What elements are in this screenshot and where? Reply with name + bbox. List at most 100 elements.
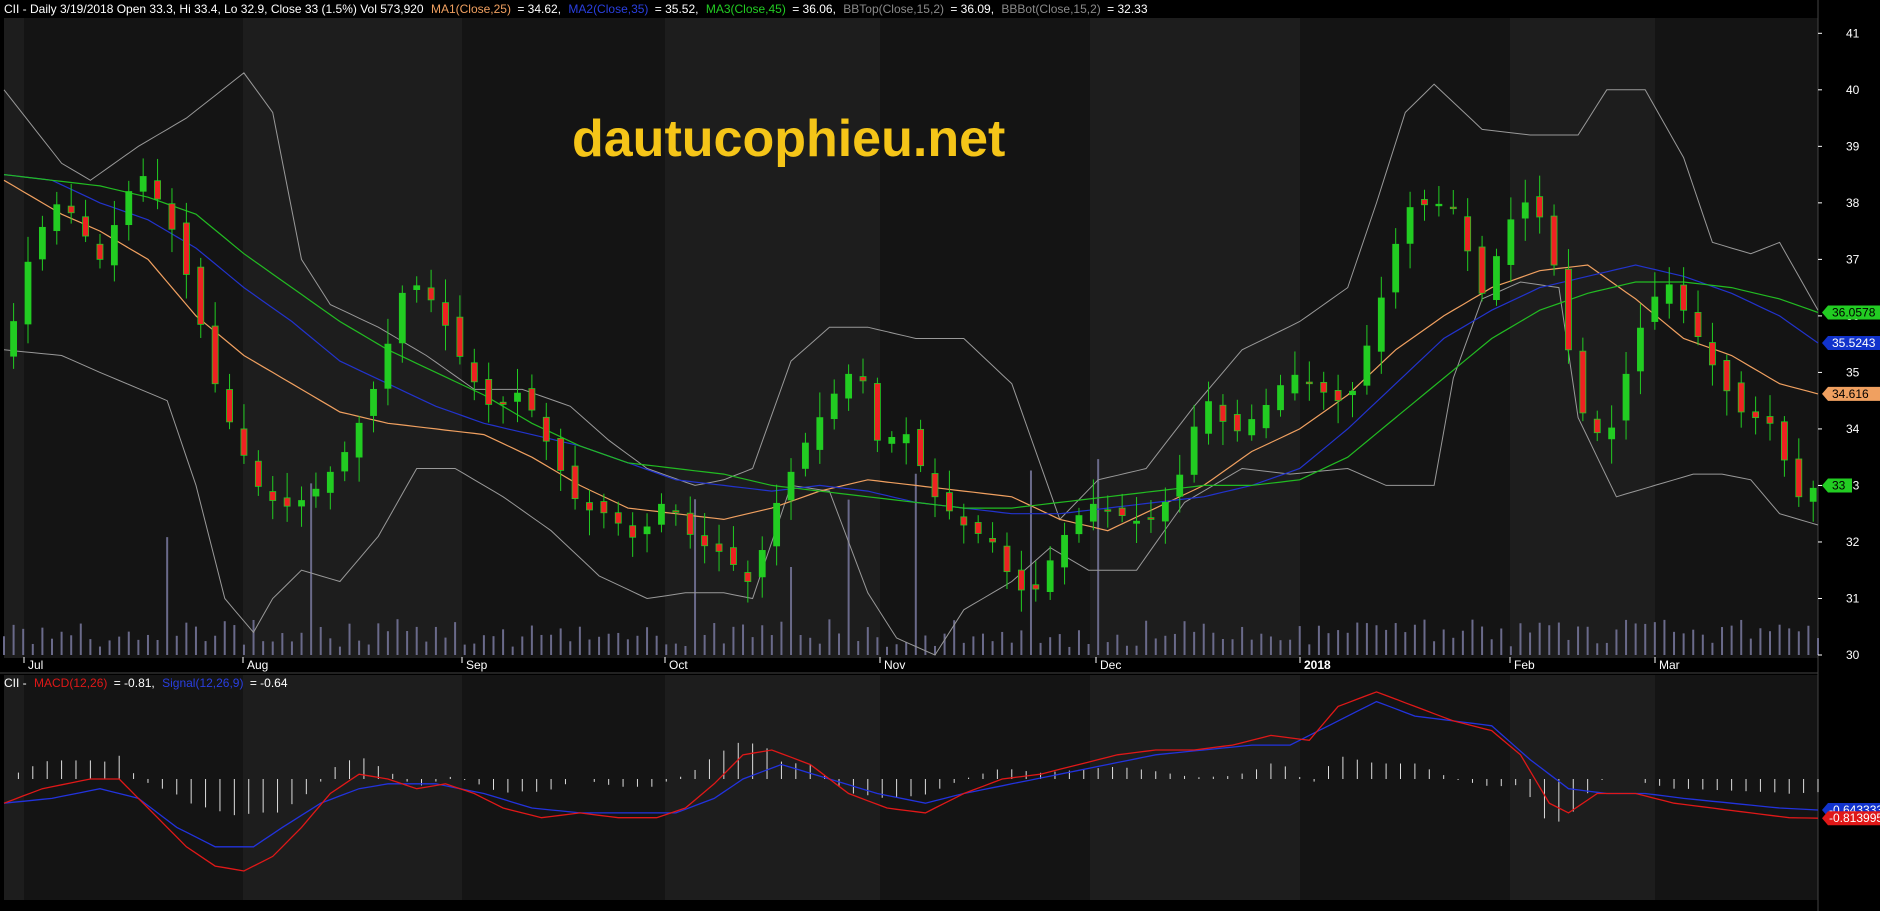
price-tick-label: 40 <box>1846 83 1860 97</box>
price-tick-label: 30 <box>1846 648 1860 662</box>
candle-body <box>686 512 694 535</box>
candle-body <box>1305 381 1313 385</box>
price-tag-label: 33 <box>1832 478 1846 492</box>
candle-body <box>989 538 996 543</box>
candle-body <box>571 465 579 500</box>
candle-body <box>341 452 349 472</box>
candle-body <box>1550 215 1558 266</box>
candle-body <box>1507 219 1515 265</box>
month-label: Oct <box>669 658 688 672</box>
candle-body <box>355 422 363 458</box>
candle-body <box>701 535 709 547</box>
candle-body <box>1737 382 1745 413</box>
candle-body <box>1061 534 1068 568</box>
candle-body <box>370 388 377 416</box>
candle-body <box>629 525 637 538</box>
candle-body <box>1536 196 1544 218</box>
candle-body <box>82 216 89 237</box>
candle-body <box>24 261 32 325</box>
month-label: Feb <box>1514 658 1535 672</box>
macd-header-prefix: CII - <box>4 676 27 690</box>
price-tick-label: 35 <box>1846 365 1860 379</box>
price-band <box>1090 18 1300 658</box>
month-axis: Jul Aug Sep Oct Nov Dec 2018 Feb Mar <box>23 657 1680 672</box>
candle-body <box>1521 202 1529 219</box>
price-tick-label: 31 <box>1846 591 1860 605</box>
price-tag-label: 35.5243 <box>1832 336 1876 350</box>
candle-body <box>557 437 565 471</box>
candle-body <box>168 203 176 230</box>
candle-body <box>758 550 766 578</box>
header-bbtop-value: = 36.09, <box>950 2 994 16</box>
candle-body <box>974 522 982 534</box>
candle-body <box>888 437 896 444</box>
candle-body <box>269 491 277 501</box>
price-tick-label: 41 <box>1846 26 1860 40</box>
candle-body <box>240 428 248 456</box>
candle-body <box>211 325 219 385</box>
candle-body <box>1709 342 1716 366</box>
candle-body <box>1248 419 1256 436</box>
candle-body <box>614 512 622 524</box>
candle-body <box>600 501 608 514</box>
candle-body <box>1608 427 1616 440</box>
month-label: Sep <box>466 658 488 672</box>
month-label: 2018 <box>1304 658 1331 672</box>
candle-body <box>1694 312 1702 338</box>
price-tick-label: 39 <box>1846 139 1860 153</box>
header-ma3-label: MA3(Close,45) <box>706 2 786 16</box>
candle-body <box>182 222 190 275</box>
candle-body <box>744 572 752 582</box>
candle-body <box>139 176 147 192</box>
candle-body <box>1363 345 1371 386</box>
candle-body <box>658 503 665 525</box>
price-tick-label: 32 <box>1846 535 1860 549</box>
candle-body <box>470 362 478 383</box>
candle-body <box>1406 207 1414 244</box>
candle-body <box>1464 216 1472 252</box>
candle-body <box>1104 509 1112 512</box>
candle-body <box>10 321 17 357</box>
macd-tag-label: -0.813995 <box>1829 811 1880 825</box>
candle-body <box>1392 243 1400 293</box>
candle-body <box>1766 416 1774 424</box>
candle-body <box>1752 411 1760 419</box>
candle-body <box>845 373 853 399</box>
candle-body <box>1493 256 1500 301</box>
watermark-text: dautucophieu.net <box>572 110 1005 168</box>
candle-body <box>1219 404 1227 422</box>
candle-body <box>1565 268 1572 351</box>
macd-band <box>4 675 24 900</box>
candle-body <box>67 205 75 214</box>
candle-body <box>1349 390 1356 396</box>
stock-chart: 303132333435363738394041 JulAugSepOctNov… <box>0 0 1880 911</box>
candle-body <box>1651 296 1659 322</box>
candle-body <box>326 471 334 493</box>
candle-body <box>1205 401 1212 434</box>
candle-body <box>528 388 536 411</box>
price-tick-label: 38 <box>1846 196 1860 210</box>
candle-body <box>1421 199 1428 206</box>
candle-body <box>1147 517 1155 520</box>
candle-body <box>154 180 161 200</box>
candle-body <box>38 226 46 260</box>
macd-band <box>462 675 665 900</box>
month-label: Mar <box>1659 658 1680 672</box>
candle-body <box>1003 545 1011 573</box>
candle-body <box>1277 385 1284 411</box>
candle-body <box>110 225 118 266</box>
header-main: CII - Daily 3/19/2018 Open 33.3, Hi 33.4… <box>4 2 424 16</box>
candle-body <box>1190 426 1198 475</box>
signal-header-value: = -0.64 <box>250 676 288 690</box>
header-ma2-label: MA2(Close,35) <box>568 2 648 16</box>
candle-body <box>945 492 953 512</box>
candle-body <box>1089 503 1097 522</box>
candle-body <box>442 302 449 326</box>
candle-body <box>53 204 61 232</box>
header-ma2-value: = 35.52, <box>655 2 699 16</box>
candle-body <box>312 488 320 497</box>
candle-body <box>802 442 809 469</box>
candle-body <box>96 243 104 260</box>
candle-body <box>1637 327 1644 372</box>
candle-body <box>499 401 507 405</box>
